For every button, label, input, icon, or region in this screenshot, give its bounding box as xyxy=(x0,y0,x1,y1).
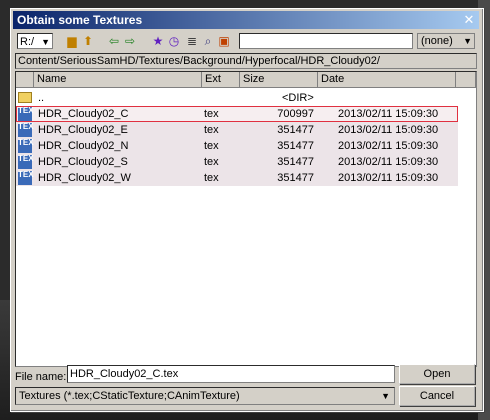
item-size: 700997 xyxy=(277,108,314,120)
cancel-button[interactable]: Cancel xyxy=(399,386,475,406)
toolbar: R:/ ▼ ▆ ⬆ ⇦ ⇨ ★ ◷ ≣ ⌕ ▣ (none) ▼ xyxy=(15,33,479,51)
file-list[interactable]: Name Ext Size Date .. <DIR> TEX HDR_Clou… xyxy=(15,71,477,367)
list-item[interactable]: TEX HDR_Cloudy02_N tex 351477 2013/02/11… xyxy=(16,138,458,154)
texture-file-icon: TEX xyxy=(18,123,34,137)
list-item[interactable]: TEX HDR_Cloudy02_W tex 351477 2013/02/11… xyxy=(16,170,458,186)
column-size[interactable]: Size xyxy=(240,72,318,88)
item-size: 351477 xyxy=(277,172,314,184)
file-type-select[interactable]: Textures (*.tex;CStaticTexture;CAnimText… xyxy=(15,387,395,405)
file-dialog: Obtain some Textures ✕ R:/ ▼ ▆ ⬆ ⇦ ⇨ ★ ◷… xyxy=(10,8,484,412)
file-type-label: Textures (*.tex;CStaticTexture;CAnimText… xyxy=(19,390,240,402)
chevron-down-icon: ▼ xyxy=(381,391,390,401)
column-name[interactable]: Name xyxy=(34,72,202,88)
item-date: 2013/02/11 15:09:30 xyxy=(338,140,439,152)
forward-icon[interactable]: ⇨ xyxy=(123,34,137,48)
list-header: Name Ext Size Date xyxy=(16,72,476,88)
dialog-title: Obtain some Textures xyxy=(17,13,143,27)
folder-icon[interactable]: ▆ xyxy=(65,34,79,48)
chevron-down-icon: ▼ xyxy=(41,37,50,47)
back-icon[interactable]: ⇦ xyxy=(107,34,121,48)
item-name: HDR_Cloudy02_N xyxy=(38,140,129,152)
texture-file-icon: TEX xyxy=(18,107,34,121)
filter-select[interactable]: (none) ▼ xyxy=(417,33,475,49)
list-view-icon[interactable]: ≣ xyxy=(185,34,199,48)
file-name-label: File name: xyxy=(15,371,67,383)
item-size: 351477 xyxy=(277,140,314,152)
texture-file-icon: TEX xyxy=(18,155,34,169)
item-ext: tex xyxy=(204,172,219,184)
drive-select[interactable]: R:/ ▼ xyxy=(17,33,53,49)
item-ext: tex xyxy=(204,156,219,168)
item-date: 2013/02/11 15:09:30 xyxy=(338,172,439,184)
search-input[interactable] xyxy=(239,33,413,49)
column-date[interactable]: Date xyxy=(318,72,456,88)
list-item[interactable]: TEX HDR_Cloudy02_C tex 700997 2013/02/11… xyxy=(16,106,458,122)
texture-file-icon: TEX xyxy=(18,139,34,153)
find-icon[interactable]: ⌕ xyxy=(201,34,215,48)
list-item[interactable]: TEX HDR_Cloudy02_E tex 351477 2013/02/11… xyxy=(16,122,458,138)
item-date: 2013/02/11 15:09:30 xyxy=(338,108,439,120)
file-name-input[interactable]: HDR_Cloudy02_C.tex xyxy=(67,365,395,383)
item-name: HDR_Cloudy02_S xyxy=(38,156,128,168)
favorite-star-icon[interactable]: ★ xyxy=(151,34,165,48)
header-icon-cell xyxy=(16,72,34,88)
bookmark-icon[interactable]: ▣ xyxy=(217,34,231,48)
chevron-down-icon: ▼ xyxy=(463,36,472,46)
item-date: 2013/02/11 15:09:30 xyxy=(338,124,439,136)
item-size: 351477 xyxy=(277,124,314,136)
history-icon[interactable]: ◷ xyxy=(167,34,181,48)
item-ext: tex xyxy=(204,124,219,136)
item-name: .. xyxy=(38,92,45,104)
path-field[interactable]: Content/SeriousSamHD/Textures/Background… xyxy=(15,53,477,69)
item-name: HDR_Cloudy02_E xyxy=(38,124,128,136)
item-name: HDR_Cloudy02_W xyxy=(38,172,131,184)
item-size: <DIR> xyxy=(282,92,314,104)
close-icon[interactable]: ✕ xyxy=(461,12,477,28)
list-item-parent[interactable]: .. <DIR> xyxy=(16,90,458,106)
list-item[interactable]: TEX HDR_Cloudy02_S tex 351477 2013/02/11… xyxy=(16,154,458,170)
item-ext: tex xyxy=(204,108,219,120)
item-size: 351477 xyxy=(277,156,314,168)
texture-file-icon: TEX xyxy=(18,171,34,185)
column-ext[interactable]: Ext xyxy=(202,72,240,88)
open-button[interactable]: Open xyxy=(399,364,475,384)
folder-icon xyxy=(18,92,32,103)
folder-up-icon[interactable]: ⬆ xyxy=(81,34,95,48)
item-name: HDR_Cloudy02_C xyxy=(38,108,129,120)
item-ext: tex xyxy=(204,140,219,152)
drive-label: R:/ xyxy=(20,36,35,48)
header-filler xyxy=(456,72,476,88)
item-date: 2013/02/11 15:09:30 xyxy=(338,156,439,168)
filter-label: (none) xyxy=(421,35,453,47)
title-bar[interactable]: Obtain some Textures ✕ xyxy=(13,11,479,29)
